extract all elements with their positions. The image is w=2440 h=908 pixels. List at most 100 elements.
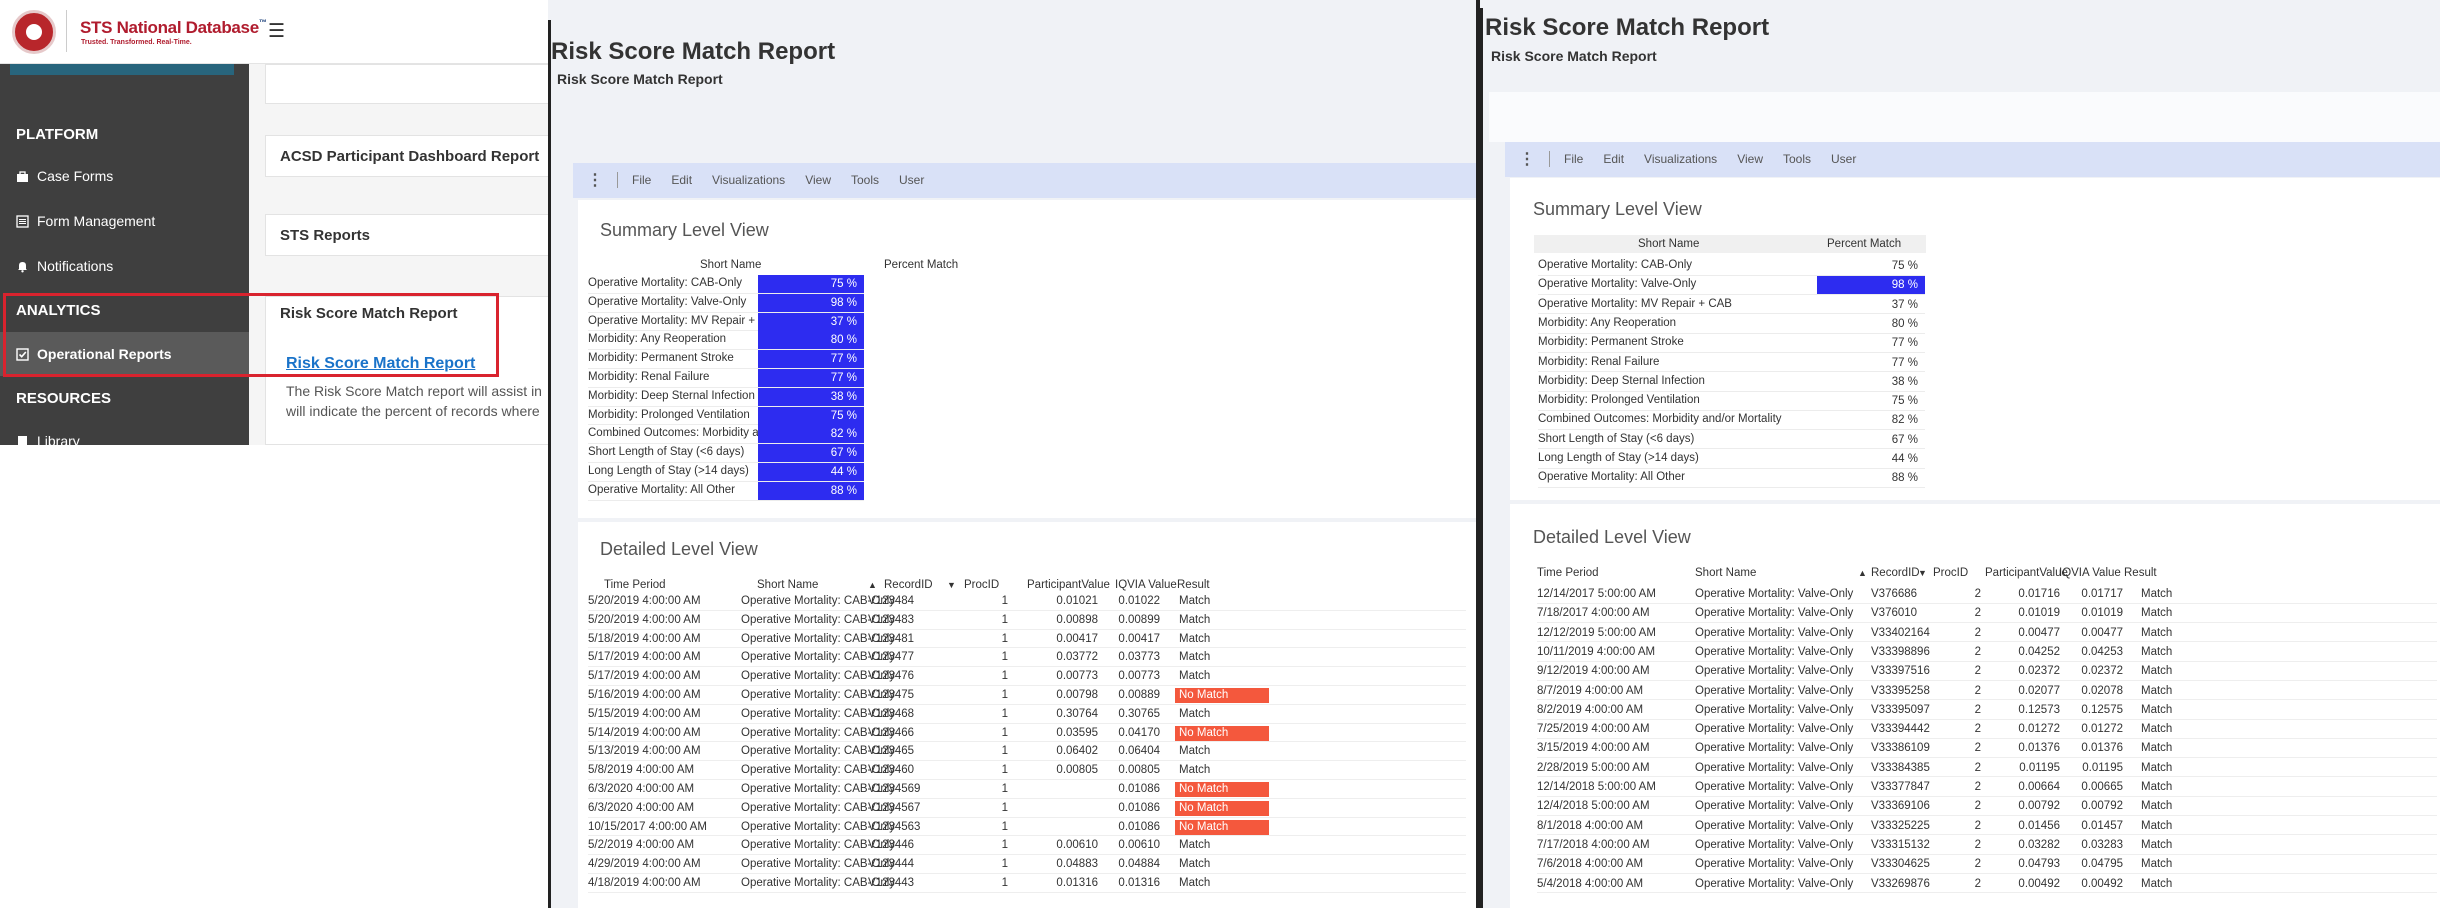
brand-name[interactable]: STS National Database™ xyxy=(80,18,267,38)
summary-row[interactable]: Morbidity: Deep Sternal Infection 38 % xyxy=(1538,373,1925,392)
table-row[interactable]: 5/13/2019 4:00:00 AM Operative Mortality:… xyxy=(588,742,1466,762)
table-row[interactable]: 5/20/2019 4:00:00 AM Operative Mortality:… xyxy=(588,592,1466,611)
menu-tools[interactable]: Tools xyxy=(851,173,879,187)
table-row[interactable]: 12/14/2018 5:00:00 AM Operative Mortality… xyxy=(1537,778,2437,797)
summary-header-percent-match[interactable]: Percent Match xyxy=(884,259,958,271)
summary-row[interactable]: Operative Mortality: MV Repair + CAB 37 % xyxy=(588,312,864,332)
sidebar-item-notifications[interactable]: Notifications xyxy=(16,258,113,274)
summary-row[interactable]: Short Length of Stay (<6 days) 67 % xyxy=(1538,431,1925,450)
col-proc-id[interactable]: ProcID xyxy=(1933,567,1968,579)
summary-row[interactable]: Morbidity: Prolonged Ventilation 75 % xyxy=(1538,392,1925,411)
table-row[interactable]: 4/18/2019 4:00:00 AM Operative Mortality:… xyxy=(588,874,1466,893)
col-short-name[interactable]: Short Name xyxy=(1695,567,1756,579)
col-iqvia-value[interactable]: IQVIA Value xyxy=(2059,567,2121,579)
table-row[interactable]: 12/12/2019 5:00:00 AM Operative Mortality… xyxy=(1537,624,2437,643)
sort-asc-icon[interactable]: ▲ xyxy=(1858,567,1867,579)
summary-row[interactable]: Operative Mortality: Valve-Only 98 % xyxy=(1538,276,1925,296)
summary-row[interactable]: Combined Outcomes: Morbidity and/or Mort… xyxy=(1538,411,1925,431)
menu-file[interactable]: File xyxy=(632,173,651,187)
card-sts-reports[interactable]: STS Reports xyxy=(265,214,550,256)
summary-row[interactable]: Morbidity: Permanent Stroke 77 % xyxy=(1538,334,1925,353)
summary-header-short-name[interactable]: Short Name xyxy=(700,259,761,271)
sidebar-top-button[interactable] xyxy=(10,64,234,75)
col-result[interactable]: Result xyxy=(1177,579,1210,591)
menu-user[interactable]: User xyxy=(899,173,924,187)
table-row[interactable]: 5/14/2019 4:00:00 AM Operative Mortality:… xyxy=(588,724,1466,743)
table-row[interactable]: 3/15/2019 4:00:00 AM Operative Mortality:… xyxy=(1537,739,2437,759)
table-row[interactable]: 5/2/2019 4:00:00 AM Operative Mortality: … xyxy=(588,836,1466,856)
col-iqvia-value[interactable]: IQVIA Value xyxy=(1115,579,1177,591)
col-result[interactable]: Result xyxy=(2124,567,2157,579)
table-row[interactable]: 5/17/2019 4:00:00 AM Operative Mortality:… xyxy=(588,648,1466,668)
summary-row[interactable]: Operative Mortality: All Other 88 % xyxy=(588,481,864,501)
summary-row[interactable]: Operative Mortality: CAB-Only 75 % xyxy=(1538,257,1925,276)
summary-header-percent-match[interactable]: Percent Match xyxy=(1827,238,1901,250)
col-time-period[interactable]: Time Period xyxy=(1537,567,1599,579)
menu-tools[interactable]: Tools xyxy=(1783,152,1811,166)
table-row[interactable]: 10/15/2017 4:00:00 AM Operative Mortality… xyxy=(588,818,1466,837)
menu-visualizations[interactable]: Visualizations xyxy=(712,173,785,187)
col-record-id[interactable]: RecordID xyxy=(884,579,933,591)
menu-file[interactable]: File xyxy=(1564,152,1583,166)
table-row[interactable]: 6/3/2020 4:00:00 AM Operative Mortality: … xyxy=(588,780,1466,799)
table-row[interactable]: 5/15/2019 4:00:00 AM Operative Mortality:… xyxy=(588,705,1466,724)
summary-row[interactable]: Operative Mortality: MV Repair + CAB 37 % xyxy=(1538,296,1925,315)
col-short-name[interactable]: Short Name xyxy=(757,579,818,591)
menu-view[interactable]: View xyxy=(805,173,831,187)
col-participant-value[interactable]: ParticipantValue xyxy=(1027,579,1110,591)
sidebar-item-case-forms[interactable]: Case Forms xyxy=(16,168,113,184)
table-row[interactable]: 9/12/2019 4:00:00 AM Operative Mortality:… xyxy=(1537,662,2437,681)
summary-row[interactable]: Morbidity: Any Reoperation 80 % xyxy=(1538,315,1925,334)
menu-user[interactable]: User xyxy=(1831,152,1856,166)
sidebar-item-library[interactable]: Library xyxy=(16,433,80,445)
summary-row[interactable]: Short Length of Stay (<6 days) 67 % xyxy=(588,444,864,463)
table-row[interactable]: 5/4/2018 4:00:00 AM Operative Mortality: … xyxy=(1537,875,2437,894)
summary-row[interactable]: Morbidity: Renal Failure 77 % xyxy=(1538,354,1925,373)
col-time-period[interactable]: Time Period xyxy=(604,579,666,591)
summary-row[interactable]: Morbidity: Any Reoperation 80 % xyxy=(588,331,864,351)
table-row[interactable]: 5/18/2019 4:00:00 AM Operative Mortality:… xyxy=(588,630,1466,649)
col-participant-value[interactable]: ParticipantValue xyxy=(1985,567,2068,579)
table-row[interactable]: 8/2/2019 4:00:00 AM Operative Mortality: … xyxy=(1537,701,2437,720)
table-row[interactable]: 8/7/2019 4:00:00 AM Operative Mortality: … xyxy=(1537,682,2437,701)
sidebar-item-form-management[interactable]: Form Management xyxy=(16,213,155,229)
sort-asc-icon[interactable]: ▲ xyxy=(868,579,877,591)
more-vertical-icon[interactable]: ⋮ xyxy=(1519,149,1535,169)
summary-row[interactable]: Long Length of Stay (>14 days) 44 % xyxy=(1538,450,1925,469)
table-row[interactable]: 4/29/2019 4:00:00 AM Operative Mortality:… xyxy=(588,855,1466,874)
sort-desc-icon[interactable]: ▼ xyxy=(947,579,956,591)
summary-row[interactable]: Combined Outcomes: Morbidity and/or Mort… xyxy=(588,425,864,445)
summary-row[interactable]: Long Length of Stay (>14 days) 44 % xyxy=(588,463,864,482)
sort-desc-icon[interactable]: ▼ xyxy=(1918,567,1927,579)
table-row[interactable]: 7/18/2017 4:00:00 AM Operative Mortality:… xyxy=(1537,604,2437,624)
summary-row[interactable]: Operative Mortality: CAB-Only 75 % xyxy=(588,275,864,294)
table-row[interactable]: 8/1/2018 4:00:00 AM Operative Mortality: … xyxy=(1537,817,2437,836)
table-row[interactable]: 10/11/2019 4:00:00 AM Operative Mortality… xyxy=(1537,643,2437,662)
menu-visualizations[interactable]: Visualizations xyxy=(1644,152,1717,166)
sts-seal-logo[interactable] xyxy=(12,10,56,54)
summary-header-short-name[interactable]: Short Name xyxy=(1638,238,1699,250)
summary-row[interactable]: Morbidity: Prolonged Ventilation 75 % xyxy=(588,406,864,426)
table-row[interactable]: 12/14/2017 5:00:00 AM Operative Mortality… xyxy=(1537,585,2437,604)
summary-row[interactable]: Operative Mortality: Valve-Only 98 % xyxy=(588,293,864,313)
summary-row[interactable]: Morbidity: Deep Sternal Infection 38 % xyxy=(588,387,864,407)
table-row[interactable]: 5/16/2019 4:00:00 AM Operative Mortality:… xyxy=(588,686,1466,705)
table-row[interactable]: 12/4/2018 5:00:00 AM Operative Mortality:… xyxy=(1537,797,2437,817)
hamburger-icon[interactable]: ☰ xyxy=(268,20,285,43)
col-proc-id[interactable]: ProcID xyxy=(964,579,999,591)
table-row[interactable]: 6/3/2020 4:00:00 AM Operative Mortality: … xyxy=(588,799,1466,818)
menu-edit[interactable]: Edit xyxy=(1603,152,1624,166)
table-row[interactable]: 7/6/2018 4:00:00 AM Operative Mortality: … xyxy=(1537,855,2437,874)
more-vertical-icon[interactable]: ⋮ xyxy=(587,170,603,190)
menu-edit[interactable]: Edit xyxy=(671,173,692,187)
summary-row[interactable]: Operative Mortality: All Other 88 % xyxy=(1538,469,1925,489)
table-row[interactable]: 2/28/2019 5:00:00 AM Operative Mortality:… xyxy=(1537,759,2437,778)
summary-row[interactable]: Morbidity: Renal Failure 77 % xyxy=(588,369,864,388)
table-row[interactable]: 7/25/2019 4:00:00 AM Operative Mortality:… xyxy=(1537,720,2437,739)
card-acsd-dashboard[interactable]: ACSD Participant Dashboard Report xyxy=(265,135,550,177)
table-row[interactable]: 5/8/2019 4:00:00 AM Operative Mortality: … xyxy=(588,761,1466,780)
menu-view[interactable]: View xyxy=(1737,152,1763,166)
table-row[interactable]: 5/17/2019 4:00:00 AM Operative Mortality:… xyxy=(588,667,1466,686)
col-record-id[interactable]: RecordID xyxy=(1871,567,1920,579)
table-row[interactable]: 5/20/2019 4:00:00 AM Operative Mortality:… xyxy=(588,611,1466,630)
